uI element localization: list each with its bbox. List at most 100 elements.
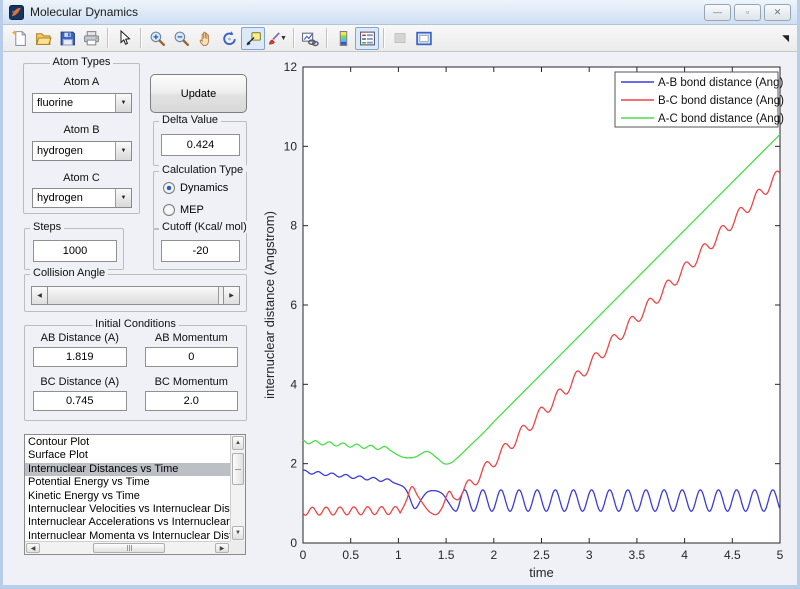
figure-client-area: Atom Types Atom A fluorine ▼ Atom B hydr… xyxy=(3,52,797,585)
bc-distance-field[interactable]: 0.745 xyxy=(33,391,127,411)
new-document-icon[interactable] xyxy=(7,27,31,50)
colorbar-icon[interactable] xyxy=(331,27,355,50)
brush-icon[interactable]: ▼ xyxy=(265,27,289,50)
plot-type-listbox-items: Contour Plot Surface Plot Internuclear Dis… xyxy=(25,436,230,541)
y-axis-label: internuclear distance (Angstrom) xyxy=(262,211,277,399)
maximize-button[interactable]: ▫ xyxy=(734,3,761,21)
show-plot-tools-icon[interactable] xyxy=(412,27,436,50)
legend-icon[interactable] xyxy=(355,26,379,50)
collision-angle-title: Collision Angle xyxy=(30,267,109,279)
ab-distance-cell: AB Distance (A) 1.819 xyxy=(33,332,127,372)
x-tick-label: 3 xyxy=(586,548,593,562)
scroll-up-icon[interactable]: ▲ xyxy=(232,436,244,450)
link-plot-icon[interactable] xyxy=(298,27,322,50)
save-icon[interactable] xyxy=(55,27,79,50)
atom-b-value: hydrogen xyxy=(37,145,83,157)
update-button[interactable]: Update xyxy=(150,74,247,113)
print-icon[interactable] xyxy=(79,27,103,50)
atom-c-label: Atom C xyxy=(63,172,100,184)
y-tick-label: 4 xyxy=(290,377,297,391)
matlab-app-icon xyxy=(9,4,24,20)
radio-mep-icon[interactable] xyxy=(163,204,175,216)
close-button[interactable]: ✕ xyxy=(764,3,791,21)
zoom-in-icon[interactable] xyxy=(145,27,169,50)
x-tick-label: 1.5 xyxy=(438,548,455,562)
list-item[interactable]: Internuclear Distances vs Time xyxy=(25,462,230,477)
ab-momentum-field[interactable]: 0 xyxy=(144,347,238,367)
x-tick-label: 0 xyxy=(300,548,307,562)
chevron-down-icon[interactable]: ▼ xyxy=(115,94,131,112)
list-item[interactable]: Kinetic Energy vs Time xyxy=(25,490,230,503)
list-item[interactable]: Potential Energy vs Time xyxy=(25,476,230,489)
y-tick-label: 10 xyxy=(284,139,298,153)
y-tick-label: 12 xyxy=(284,60,298,74)
scroll-right-icon[interactable]: ▶ xyxy=(215,543,229,553)
initial-conditions-group: Initial Conditions AB Distance (A) 1.819… xyxy=(24,318,247,421)
vertical-scrollbar[interactable]: ▲ ▼ xyxy=(230,435,245,541)
plot-area: 0 0.5 1 1.5 2 2.5 3 3.5 4 4.5 5 0 2 4 6 8 10 12 time intern… xyxy=(261,55,797,581)
plot-background xyxy=(303,67,780,543)
bc-momentum-field[interactable]: 2.0 xyxy=(144,391,238,411)
x-axis-label: time xyxy=(529,565,554,580)
ab-momentum-cell: AB Momentum 0 xyxy=(144,332,238,372)
x-tick-label: 2.5 xyxy=(533,548,550,562)
pan-icon[interactable] xyxy=(193,27,217,50)
y-tick-label: 0 xyxy=(290,536,297,550)
delta-value-group: Delta Value 0.424 xyxy=(153,114,247,166)
legend-entry-label: A-B bond distance (Ang) xyxy=(658,77,783,89)
steps-field[interactable]: 1000 xyxy=(33,240,117,262)
radio-dynamics-icon[interactable] xyxy=(163,182,175,194)
list-item[interactable]: Internuclear Momenta vs Internuclear Dis… xyxy=(25,530,230,541)
open-folder-icon[interactable] xyxy=(31,27,55,50)
pointer-icon[interactable] xyxy=(112,27,136,50)
hide-plot-tools-icon[interactable] xyxy=(388,27,412,50)
radio-mep[interactable]: MEP xyxy=(163,204,204,216)
cutoff-title: Cutoff (Kcal/ mol) xyxy=(159,221,250,233)
ab-distance-field[interactable]: 1.819 xyxy=(33,347,127,367)
zoom-out-icon[interactable] xyxy=(169,27,193,50)
collision-angle-slider[interactable]: ◀ ▶ xyxy=(31,286,240,305)
toolbar-separator xyxy=(326,28,327,48)
atom-a-dropdown[interactable]: fluorine ▼ xyxy=(32,93,132,113)
minimize-button[interactable]: — xyxy=(704,3,731,21)
chevron-down-icon[interactable]: ▼ xyxy=(115,142,131,160)
brush-dropdown-caret[interactable]: ▼ xyxy=(280,35,287,42)
chevron-down-icon[interactable]: ▼ xyxy=(115,189,131,207)
atom-b-dropdown[interactable]: hydrogen ▼ xyxy=(32,141,132,161)
y-tick-label: 8 xyxy=(290,219,297,233)
app-window: Molecular Dynamics — ▫ ✕ ▼ ◥ Atom Types … xyxy=(0,0,800,589)
ab-momentum-label: AB Momentum xyxy=(154,332,228,344)
bc-distance-cell: BC Distance (A) 0.745 xyxy=(33,376,127,416)
slider-left-arrow-icon[interactable]: ◀ xyxy=(32,287,48,304)
horizontal-scroll-thumb[interactable] xyxy=(93,543,165,553)
delta-value-field[interactable]: 0.424 xyxy=(161,134,240,156)
vertical-scroll-thumb[interactable] xyxy=(232,453,244,485)
cutoff-field[interactable]: -20 xyxy=(161,240,240,262)
list-item[interactable]: Surface Plot xyxy=(25,449,230,462)
atom-types-title: Atom Types xyxy=(49,56,114,68)
y-tick-label: 6 xyxy=(290,298,297,312)
horizontal-scrollbar[interactable]: ◀ ▶ xyxy=(25,541,230,554)
list-item[interactable]: Internuclear Accelerations vs Internucle… xyxy=(25,516,230,529)
legend[interactable]: A-B bond distance (Ang) B-C bond distance… xyxy=(614,71,784,128)
radio-dynamics[interactable]: Dynamics xyxy=(163,182,228,194)
list-item[interactable]: Internuclear Velocities vs Internuclear … xyxy=(25,503,230,516)
toolbar-separator xyxy=(293,28,294,48)
x-tick-label: 1 xyxy=(395,548,402,562)
steps-title: Steps xyxy=(30,221,65,233)
scroll-left-icon[interactable]: ◀ xyxy=(26,543,40,553)
plot-type-listbox[interactable]: Contour Plot Surface Plot Internuclear Dis… xyxy=(24,434,246,555)
bc-distance-label: BC Distance (A) xyxy=(40,376,120,388)
data-cursor-icon[interactable] xyxy=(241,26,265,50)
atom-b-label: Atom B xyxy=(63,124,100,136)
list-item[interactable]: Contour Plot xyxy=(25,436,230,449)
scroll-down-icon[interactable]: ▼ xyxy=(232,526,244,540)
x-tick-label: 5 xyxy=(777,548,784,562)
bc-momentum-label: BC Momentum xyxy=(154,376,228,388)
slider-right-arrow-icon[interactable]: ▶ xyxy=(223,287,239,304)
rotate-3d-icon[interactable] xyxy=(217,27,241,50)
slider-thumb[interactable] xyxy=(48,287,219,304)
atom-c-dropdown[interactable]: hydrogen ▼ xyxy=(32,188,132,208)
scrollbar-corner xyxy=(230,541,245,554)
toolbar-overflow-icon[interactable]: ◥ xyxy=(782,33,789,44)
